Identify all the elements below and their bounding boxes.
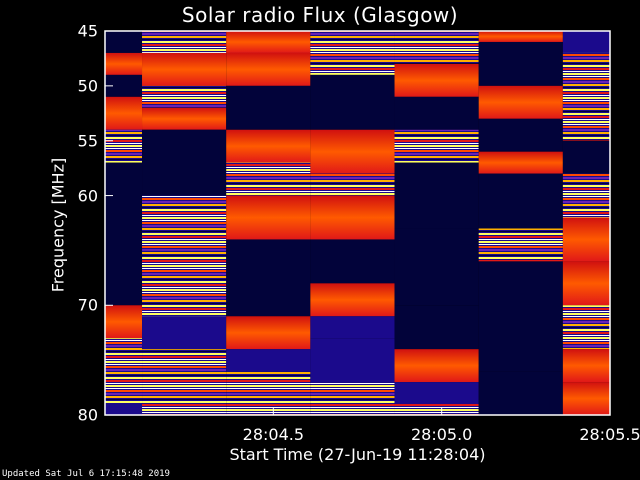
spectrogram-cell [142, 195, 227, 251]
spectrogram-cell [142, 107, 227, 130]
y-tick-label: 60 [77, 186, 98, 206]
spectrogram-cell [226, 85, 311, 130]
spectrogram-cell [105, 96, 143, 130]
spectrogram-cell [394, 31, 479, 64]
spectrogram-cell [478, 151, 563, 174]
plot-area [105, 31, 610, 415]
spectrogram-cell [142, 316, 227, 350]
spectrogram-cell [142, 349, 227, 415]
spectrogram-cell [310, 31, 395, 75]
spectrogram-cell [105, 31, 143, 53]
spectrogram-cell [310, 173, 395, 196]
spectrogram-cell [310, 239, 395, 284]
spectrogram-cell [478, 41, 563, 86]
spectrogram-cell [394, 305, 479, 350]
spectrogram-cell [562, 217, 610, 262]
spectrogram-cell [105, 305, 143, 339]
spectrogram-cell [226, 129, 311, 163]
spectrogram-cell [394, 228, 479, 306]
spectrogram-cell [142, 250, 227, 317]
spectrogram-cell [105, 52, 143, 75]
spectrogram-cell [142, 52, 227, 86]
spectrogram-cell [562, 140, 610, 174]
spectrogram-cell [310, 74, 395, 130]
y-tick-label: 70 [77, 295, 98, 315]
spectrogram-cell [226, 371, 311, 415]
spectrogram-cell [562, 31, 610, 53]
updated-timestamp: Updated Sat Jul 6 17:15:48 2019 [2, 469, 170, 479]
spectrogram-cell [394, 162, 479, 229]
spectrogram-cell [310, 316, 395, 339]
spectrogram-cell [105, 129, 143, 163]
spectrogram-cell [226, 195, 311, 240]
spectrogram-cell [105, 338, 143, 405]
spectrogram-cell [142, 85, 227, 108]
spectrogram-cell [310, 195, 395, 240]
spectrogram-cell [394, 96, 479, 130]
spectrogram-cell [562, 349, 610, 383]
spectrogram-cell [478, 85, 563, 119]
spectrogram-cell [226, 316, 311, 350]
spectrogram-cell [562, 52, 610, 141]
spectrogram-cell [478, 228, 563, 262]
spectrogram-cell [478, 173, 563, 229]
spectrogram-cell [105, 162, 143, 306]
spectrogram-cell [478, 118, 563, 152]
x-tick-label: 28:05.0 [410, 425, 473, 444]
spectrogram-cell [226, 162, 311, 196]
spectrogram-cell [478, 261, 563, 372]
y-tick-label: 55 [77, 131, 98, 151]
spectrogram-cell [105, 404, 143, 415]
x-tick-label: 28:05.5 [579, 425, 640, 444]
spectrogram-cell [394, 382, 479, 405]
spectrogram-cell [562, 305, 610, 350]
spectrogram-cell [394, 404, 479, 415]
y-tick-label: 45 [77, 21, 98, 41]
spectrogram-cell [394, 129, 479, 163]
spectrogram-cell [310, 283, 395, 317]
x-axis-label: Start Time (27-Jun-19 11:28:04) [229, 445, 486, 464]
spectrogram-cell [562, 261, 610, 306]
spectrogram-cell [394, 349, 479, 383]
spectrogram-cell [394, 63, 479, 97]
y-tick-label: 50 [77, 76, 98, 96]
spectrogram-cell [310, 129, 395, 174]
spectrogram-cell [142, 31, 227, 53]
spectrogram-cell [226, 52, 311, 86]
y-tick-label: 80 [77, 405, 98, 425]
spectrogram-cell [562, 382, 610, 415]
x-tick-label: 28:04.5 [242, 425, 305, 444]
spectrogram-cell [310, 338, 395, 383]
spectrogram-cell [562, 173, 610, 218]
spectrogram-cell [226, 239, 311, 317]
spectrogram-cell [142, 129, 227, 196]
spectrogram-cell [310, 382, 395, 415]
spectrogram-cell [478, 31, 563, 42]
spectrogram-cell [226, 31, 311, 53]
spectrogram-cell [226, 349, 311, 372]
y-axis-label: Frequency [MHz] [48, 157, 68, 293]
spectrogram-cell [478, 371, 563, 415]
